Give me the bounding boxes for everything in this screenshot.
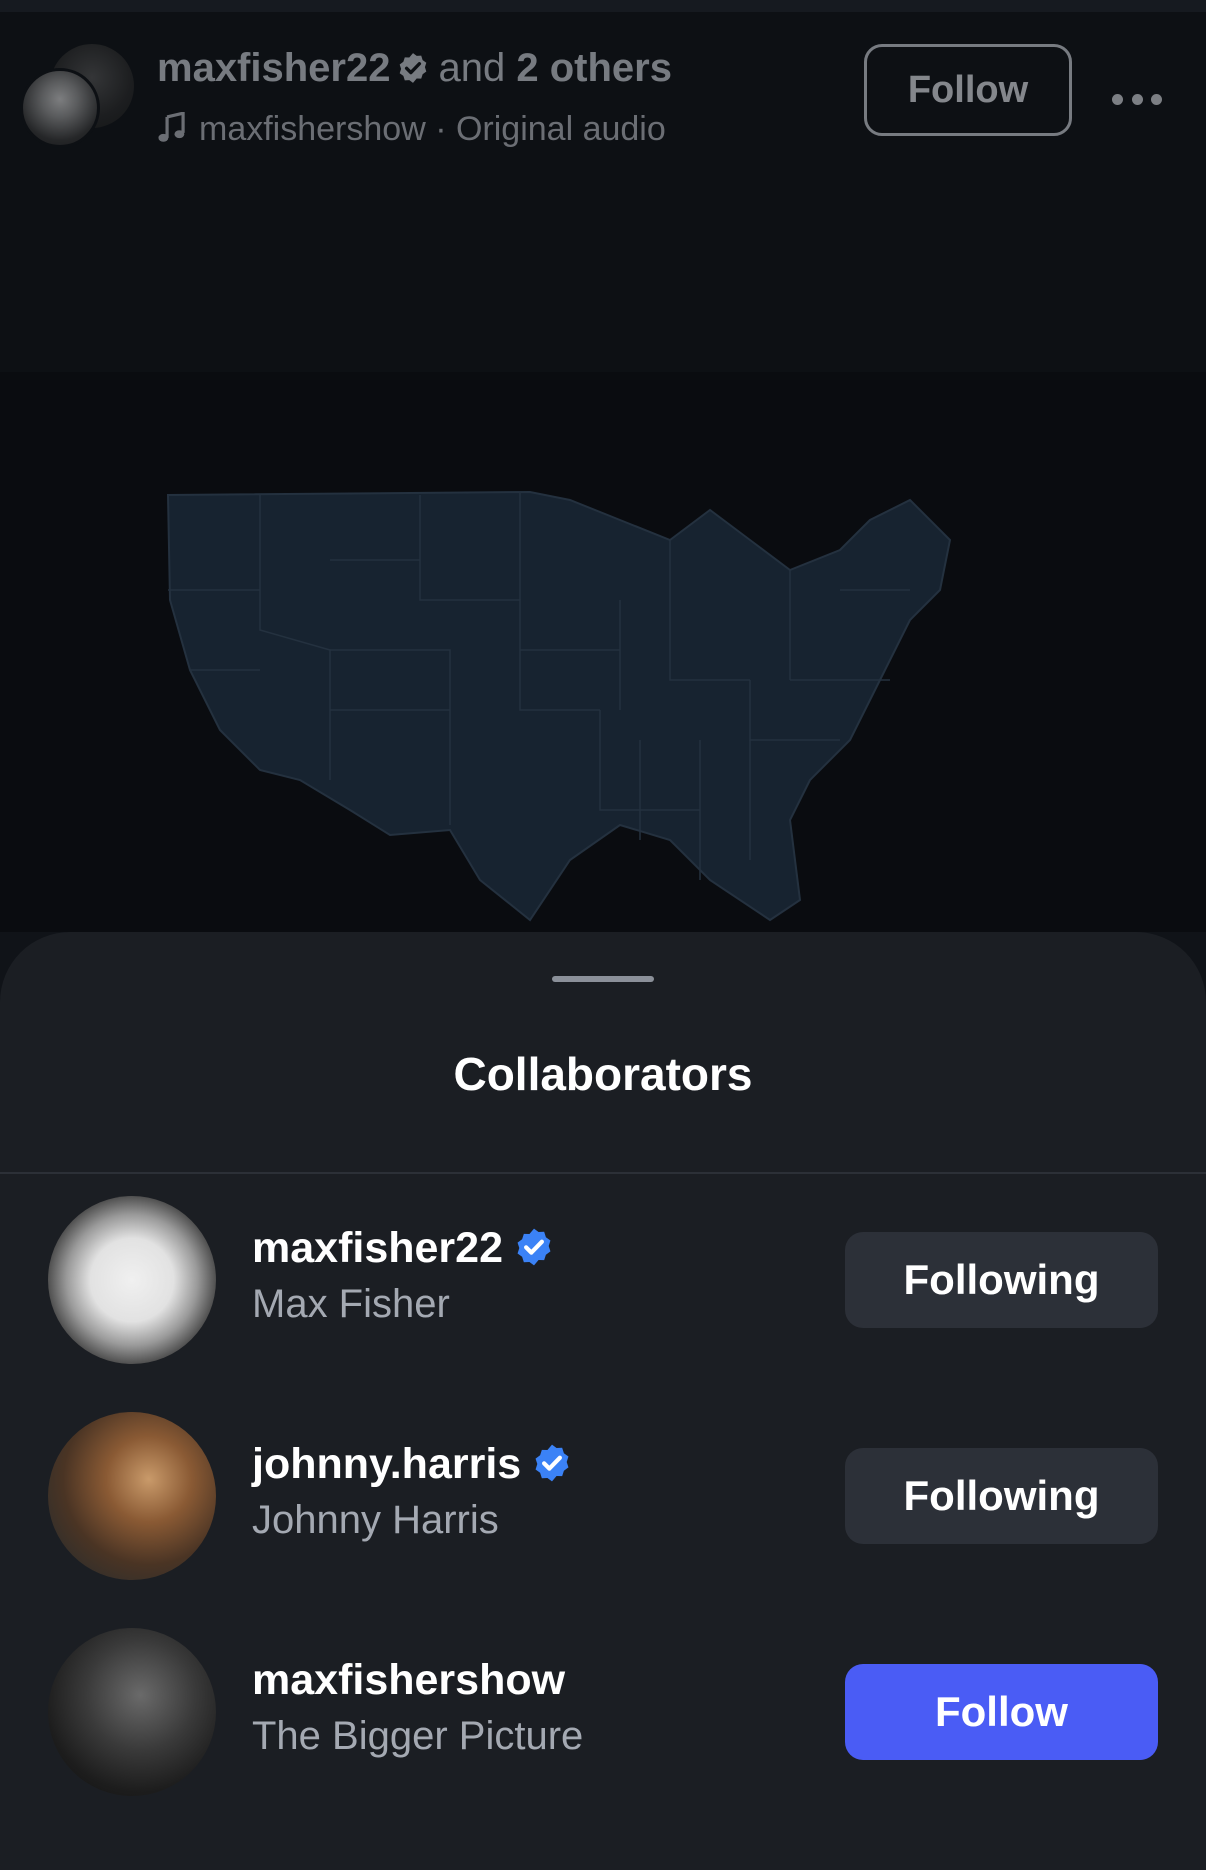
reel-author-line[interactable]: maxfisher22 and 2 others [157,46,672,95]
verified-icon [531,1442,573,1495]
collaborators-sheet: Collaborators maxfisher22 Max Fisher Fol… [0,932,1206,1870]
us-map-image [166,490,952,922]
collaborator-display-name: Max Fisher [252,1282,450,1326]
and-text: and [438,46,506,90]
avatar[interactable] [48,1628,216,1796]
collaborator-display-name: Johnny Harris [252,1498,499,1542]
sheet-title: Collaborators [453,1048,753,1100]
audio-label: maxfishershow · Original audio [199,110,666,148]
following-button[interactable]: Following [845,1448,1158,1544]
collaborator-row[interactable]: maxfishershow The Bigger Picture Follow [0,1628,1206,1798]
collaborator-username[interactable]: johnny.harris [252,1440,573,1495]
follow-button[interactable]: Follow [845,1664,1158,1760]
more-options-icon[interactable] [1112,94,1162,106]
following-button[interactable]: Following [845,1232,1158,1328]
avatar [20,68,100,148]
music-note-icon [157,111,187,153]
verified-icon [513,1226,555,1279]
collab-avatar-stack[interactable] [20,44,134,156]
follow-button[interactable]: Follow [864,44,1072,136]
avatar[interactable] [48,1412,216,1580]
audio-line[interactable]: maxfishershow · Original audio [157,110,666,153]
verified-icon [396,50,430,95]
collaborator-username[interactable]: maxfisher22 [252,1224,555,1279]
status-strip [0,0,1206,12]
username-text: maxfishershow [252,1656,566,1704]
sheet-drag-handle[interactable] [552,976,654,982]
avatar[interactable] [48,1196,216,1364]
collaborator-username[interactable]: maxfishershow [252,1656,565,1705]
username-text: johnny.harris [252,1440,522,1488]
username-text: maxfisher22 [252,1224,503,1272]
collaborator-row[interactable]: maxfisher22 Max Fisher Following [0,1196,1206,1366]
author-username[interactable]: maxfisher22 [157,46,390,90]
reel-header: maxfisher22 and 2 others maxfishershow · … [0,12,1206,162]
collaborator-row[interactable]: johnny.harris Johnny Harris Following [0,1412,1206,1582]
others-link[interactable]: 2 others [516,46,672,90]
collaborator-display-name: The Bigger Picture [252,1714,584,1758]
divider [0,1172,1206,1174]
